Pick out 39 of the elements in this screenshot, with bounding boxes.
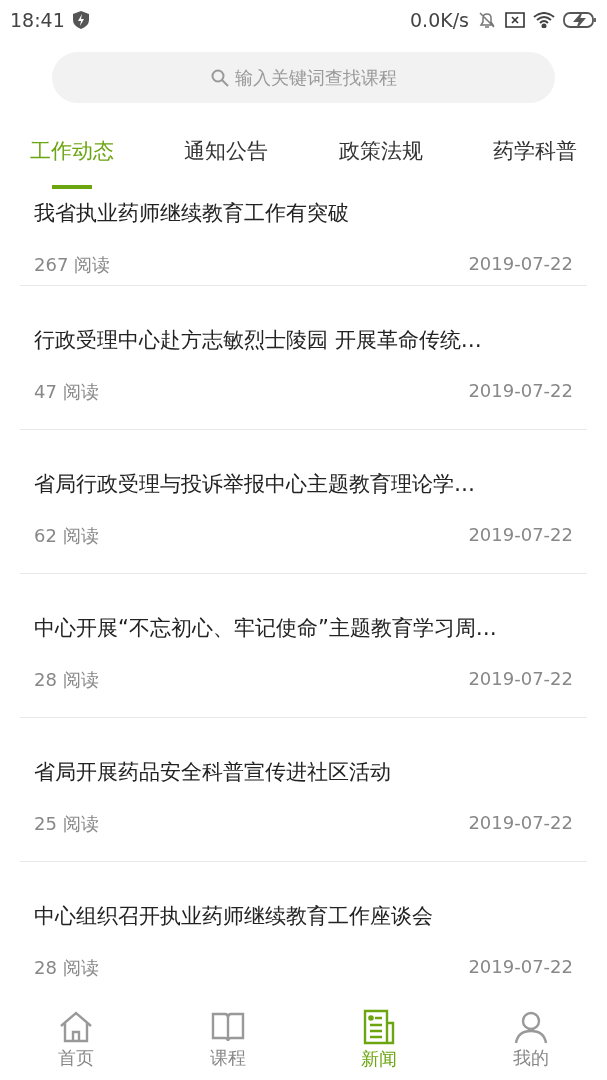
- news-item[interactable]: 中心开展“不忘初心、牢记使命”主题教育学习周… 28 阅读 2019-07-22: [20, 574, 587, 718]
- news-title: 中心组织召开执业药师继续教育工作座谈会: [34, 903, 434, 930]
- news-date: 2019-07-22: [468, 668, 573, 691]
- nav-tab[interactable]: 课程: [151, 1000, 304, 1080]
- search-icon: [210, 68, 229, 87]
- category-tab[interactable]: 政策法规: [338, 129, 423, 189]
- shield-icon: [72, 11, 89, 29]
- nav-tab[interactable]: 首页: [0, 1000, 152, 1080]
- muted-bell-icon: [477, 10, 497, 30]
- read-count: 47 阅读: [34, 380, 99, 404]
- person-icon: [513, 1010, 550, 1044]
- nav-tab[interactable]: 我的: [455, 1000, 607, 1080]
- news-title: 省局开展药品安全科普宣传进社区活动: [34, 759, 392, 786]
- news-title: 省局行政受理与投诉举报中心主题教育理论学…: [34, 471, 476, 498]
- category-tab[interactable]: 通知公告: [184, 129, 269, 189]
- read-count: 267 阅读: [34, 253, 111, 277]
- news-item[interactable]: 省局行政受理与投诉举报中心主题教育理论学… 62 阅读 2019-07-22: [20, 430, 587, 574]
- news-item[interactable]: 我省执业药师继续教育工作有突破 267 阅读 2019-07-22: [20, 193, 587, 286]
- news-date: 2019-07-22: [468, 956, 573, 979]
- read-count: 25 阅读: [34, 812, 99, 836]
- read-count: 62 阅读: [34, 524, 99, 548]
- read-count: 28 阅读: [34, 668, 99, 692]
- read-count: 28 阅读: [34, 956, 99, 980]
- news-title: 中心开展“不忘初心、牢记使命”主题教育学习周…: [34, 615, 498, 642]
- category-tab[interactable]: 药学科普: [493, 129, 577, 189]
- news-title: 我省执业药师继续教育工作有突破: [34, 200, 350, 227]
- news-date: 2019-07-22: [468, 253, 573, 276]
- news-title: 行政受理中心赴方志敏烈士陵园 开展革命传统…: [34, 327, 483, 354]
- news-item[interactable]: 行政受理中心赴方志敏烈士陵园 开展革命传统… 47 阅读 2019-07-22: [20, 286, 587, 430]
- news-date: 2019-07-22: [468, 524, 573, 547]
- network-speed: 0.0K/s: [410, 9, 469, 31]
- news-date: 2019-07-22: [468, 812, 573, 835]
- news-date: 2019-07-22: [468, 380, 573, 403]
- sim-card-icon: [505, 12, 525, 28]
- wifi-icon: [533, 12, 555, 28]
- news-item[interactable]: 省局开展药品安全科普宣传进社区活动 25 阅读 2019-07-22: [20, 718, 587, 862]
- book-icon: [209, 1010, 246, 1044]
- clock-time: 18:41: [10, 9, 65, 31]
- battery-charging-icon: [563, 12, 597, 28]
